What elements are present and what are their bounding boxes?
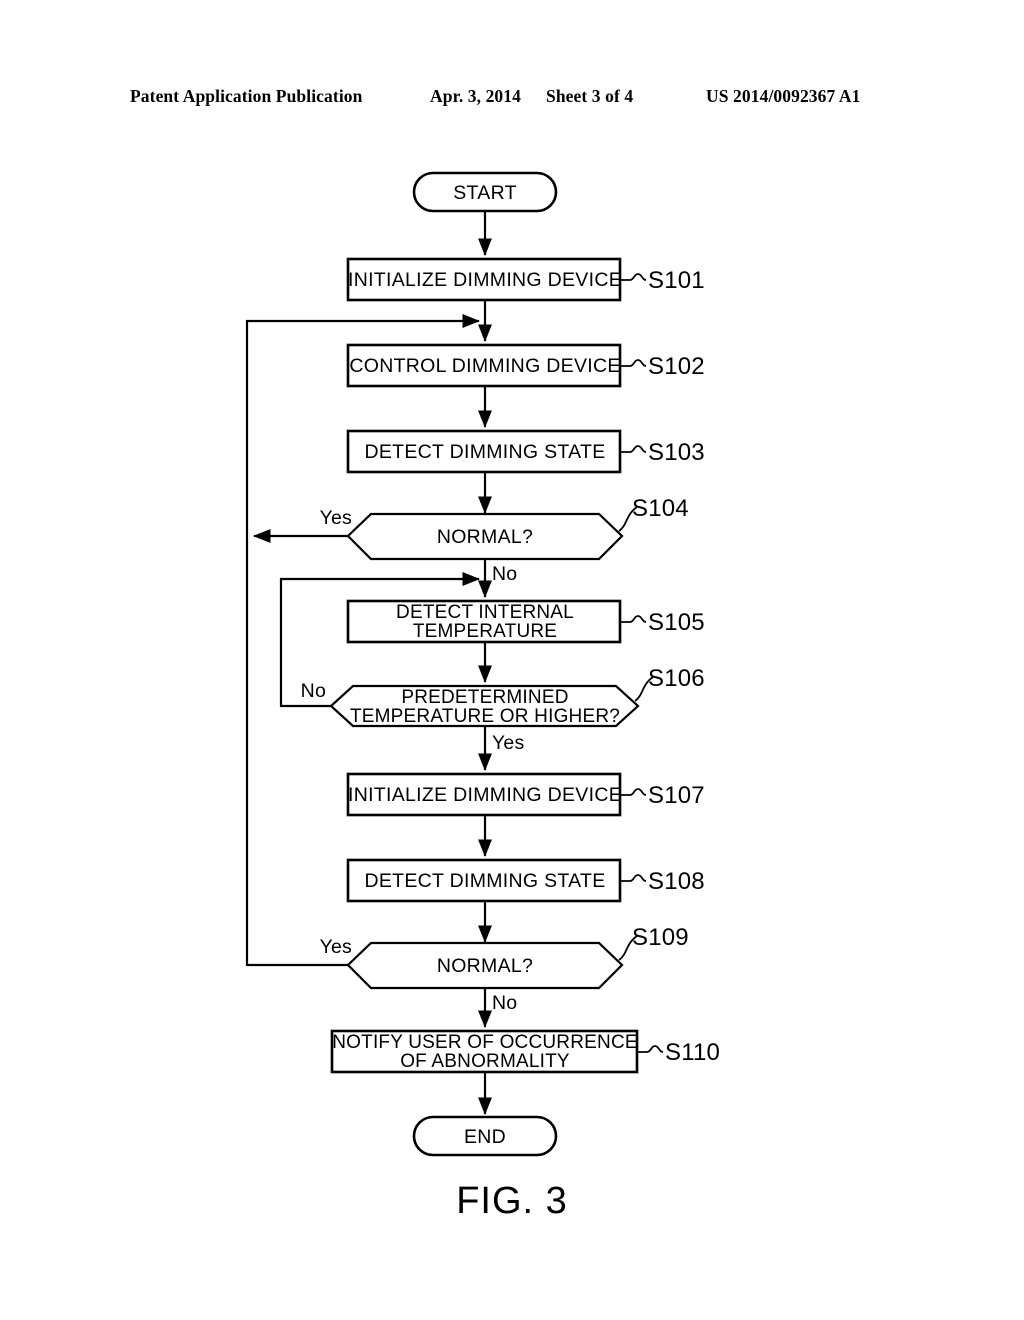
s106-step-number: S106 <box>648 665 705 692</box>
s104-step-number: S104 <box>632 495 689 522</box>
s101-leader-line <box>620 273 647 281</box>
s104-yes-branch-label: Yes <box>320 507 352 529</box>
patent-figure-page: Patent Application Publication Apr. 3, 2… <box>0 0 1024 1320</box>
s110-leader-line <box>637 1045 664 1053</box>
s110-step-number: S110 <box>665 1039 720 1066</box>
s108-leader-line <box>620 874 647 882</box>
s104-label: NORMAL? <box>437 526 533 548</box>
s108-label: DETECT DIMMING STATE <box>364 870 605 892</box>
s105-step-number: S105 <box>648 609 705 636</box>
s106-label-line1: PREDETERMINED <box>401 687 568 708</box>
node-s106: PREDETERMINED TEMPERATURE OR HIGHER? S10… <box>301 665 705 754</box>
node-s110: NOTIFY USER OF OCCURRENCE OF ABNORMALITY… <box>330 1029 720 1074</box>
s105-leader-line <box>620 615 647 623</box>
figure-caption-text: FIG. 3 <box>456 1180 568 1222</box>
s107-step-number: S107 <box>648 782 705 809</box>
s102-label: CONTROL DIMMING DEVICE <box>349 355 620 377</box>
s110-label-line2: OF ABNORMALITY <box>400 1051 570 1072</box>
node-s109: NORMAL? S109 Yes No <box>320 924 689 1014</box>
node-s103: DETECT DIMMING STATE S103 <box>346 429 705 474</box>
end-terminal-label: END <box>464 1126 506 1148</box>
s108-step-number: S108 <box>648 868 705 895</box>
s109-no-branch-label: No <box>492 992 517 1014</box>
node-s107: INITIALIZE DIMMING DEVICE S107 <box>346 772 705 817</box>
s103-label: DETECT DIMMING STATE <box>364 441 605 463</box>
s107-label: INITIALIZE DIMMING DEVICE <box>348 784 622 806</box>
s101-step-number: S101 <box>648 267 705 294</box>
s106-no-branch-label: No <box>301 680 326 702</box>
s109-label: NORMAL? <box>437 955 533 977</box>
node-s104: NORMAL? S104 Yes No <box>320 495 689 585</box>
s106-label-line2: TEMPERATURE OR HIGHER? <box>350 706 620 727</box>
s102-leader-line <box>620 359 647 367</box>
s106-yes-branch-label: Yes <box>492 732 524 754</box>
node-s101: INITIALIZE DIMMING DEVICE S101 <box>346 257 705 302</box>
node-s105: DETECT INTERNAL TEMPERATURE S105 <box>346 599 705 644</box>
s104-no-branch-label: No <box>492 563 517 585</box>
node-end: END <box>412 1115 558 1157</box>
node-start: START <box>412 171 558 213</box>
s109-yes-branch-label: Yes <box>320 936 352 958</box>
s107-leader-line <box>620 788 647 796</box>
s101-label: INITIALIZE DIMMING DEVICE <box>348 269 622 291</box>
node-s108: DETECT DIMMING STATE S108 <box>346 858 705 903</box>
flowchart-diagram: START INITIALIZE DIMMING DEVICE S101 CON… <box>245 171 720 1157</box>
s105-label-line1: DETECT INTERNAL <box>396 602 574 623</box>
start-terminal-label: START <box>453 182 517 204</box>
s109-step-number: S109 <box>632 924 689 951</box>
figure-caption: FIG. 3 <box>0 1180 1024 1223</box>
s103-leader-line <box>620 445 647 453</box>
s110-label-line1: NOTIFY USER OF OCCURRENCE <box>332 1032 638 1053</box>
s105-label-line2: TEMPERATURE <box>413 621 557 642</box>
s103-step-number: S103 <box>648 439 705 466</box>
s102-step-number: S102 <box>648 353 705 380</box>
node-s102: CONTROL DIMMING DEVICE S102 <box>346 343 705 388</box>
